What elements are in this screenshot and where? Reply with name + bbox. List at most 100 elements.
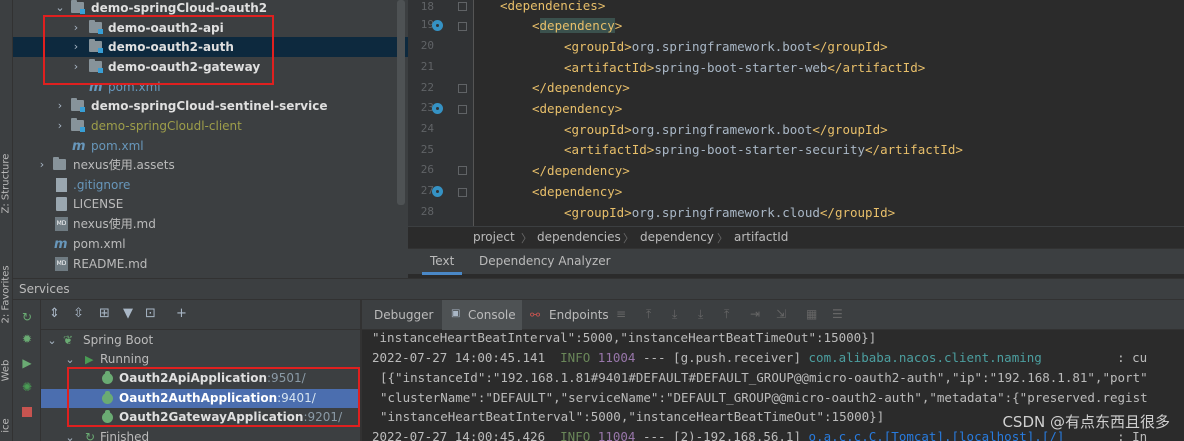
- dependency-gutter-icon[interactable]: [432, 20, 443, 31]
- console-text: [{"instanceId":"192.168.1.81#9401#DEFAUL…: [380, 370, 1148, 385]
- code-tag: </artifactId>: [865, 142, 963, 157]
- tree-item-label: pom.xml: [91, 139, 144, 153]
- console-text: 2022-07-27 14:00:45.141: [372, 350, 561, 365]
- editor-view-tabs: Text Dependency Analyzer: [408, 248, 1184, 275]
- breadcrumb-item[interactable]: dependencies: [537, 230, 621, 244]
- code-line: <artifactId>spring-boot-starter-security…: [564, 139, 963, 160]
- expand-all-icon[interactable]: ⇕: [49, 306, 60, 321]
- fold-marker-icon[interactable]: [458, 188, 467, 197]
- fold-marker-icon[interactable]: [458, 22, 467, 31]
- dependency-gutter-icon[interactable]: [432, 103, 443, 114]
- console-line: 2022-07-27 14:00:45.141 INFO 11004 --- […: [372, 348, 1147, 367]
- chevron-down-icon[interactable]: ⌄: [47, 331, 57, 350]
- tree-item-pom-xml[interactable]: m pom.xml: [13, 136, 408, 156]
- tree-item-label: .gitignore: [73, 178, 131, 192]
- tree-item-readme-md[interactable]: MD README.md: [13, 254, 408, 274]
- console-text: INFO: [560, 429, 591, 441]
- console-line: "instanceHeartBeatInterval":5000,"instan…: [372, 330, 876, 347]
- services-header: Services: [13, 278, 1184, 300]
- stop-icon[interactable]: [20, 406, 34, 420]
- chevron-right-icon[interactable]: ›: [37, 155, 47, 175]
- scroll-up-icon[interactable]: ⤒: [646, 307, 651, 322]
- chevron-down-icon[interactable]: ⌄: [65, 428, 75, 441]
- tree-item-demo-springcloudl-client[interactable]: › demo-springCloudl-client: [13, 116, 408, 136]
- code-line: </dependency>: [532, 77, 630, 98]
- filter-icon[interactable]: ▼: [123, 306, 133, 321]
- code-tag: <artifactId>: [564, 142, 655, 157]
- tab-text[interactable]: Text: [430, 254, 454, 268]
- table-icon[interactable]: ▦: [806, 307, 817, 321]
- breadcrumb-item[interactable]: artifactId: [734, 230, 788, 244]
- fold-marker-icon[interactable]: [458, 166, 467, 175]
- tab-debugger[interactable]: Debugger: [374, 308, 433, 322]
- line-number: 24: [420, 122, 434, 135]
- code-tag: <groupId>: [564, 205, 632, 220]
- code-tag: </artifactId>: [827, 60, 926, 75]
- tree-item-label: Spring Boot: [83, 333, 154, 347]
- tree-item-license[interactable]: LICENSE: [13, 194, 408, 214]
- menu-icon[interactable]: ≡: [616, 307, 626, 321]
- code-editor[interactable]: <dependencies> <dependency> <groupId>org.s…: [474, 0, 1184, 226]
- console-text: "instanceHeartBeatInterval":5000,"instan…: [380, 409, 885, 424]
- services-tool-tab[interactable]: ice: [1, 398, 12, 441]
- fold-marker-icon[interactable]: [458, 105, 467, 114]
- tree-item-spring-boot[interactable]: ⌄ ❦ Spring Boot: [41, 331, 360, 350]
- console-line: [{"instanceId":"192.168.1.81#9401#DEFAUL…: [380, 368, 1148, 387]
- line-number: 18: [420, 0, 434, 13]
- finished-icon: ↻: [85, 430, 96, 441]
- line-number: 20: [420, 39, 434, 52]
- step-into-icon[interactable]: ⤓: [698, 307, 703, 322]
- gitignore-file-icon: [56, 178, 67, 192]
- breadcrumb-item[interactable]: project: [473, 230, 515, 244]
- console-text: INFO: [560, 350, 591, 365]
- line-number: 26: [420, 163, 434, 176]
- breadcrumb-item[interactable]: dependency: [640, 230, 714, 244]
- tree-item-nexus-md[interactable]: MD nexus使用.md: [13, 214, 408, 234]
- debug-icon[interactable]: ✹: [20, 332, 34, 346]
- step-out-icon[interactable]: ⤒: [724, 307, 729, 322]
- new-tab-icon[interactable]: ⊡: [145, 306, 156, 321]
- markdown-file-icon: MD: [55, 217, 68, 231]
- chevron-right-icon[interactable]: ›: [55, 116, 65, 136]
- console-icon: ▣: [451, 308, 461, 319]
- add-service-icon[interactable]: +: [176, 306, 187, 321]
- code-tag: >: [614, 18, 623, 33]
- run-to-cursor-icon[interactable]: ⇥: [750, 307, 760, 321]
- markdown-file-icon: MD: [55, 257, 68, 271]
- highlight-box: [67, 367, 360, 427]
- code-tag: <dependency>: [532, 184, 623, 199]
- fold-marker-icon[interactable]: [458, 84, 467, 93]
- collapse-all-icon[interactable]: ⇳: [73, 306, 84, 321]
- active-tab-indicator: [422, 272, 462, 275]
- debug-run-icon[interactable]: ✺: [20, 380, 34, 394]
- favorites-tool-tab[interactable]: 2: Favorites: [1, 265, 12, 323]
- console-tabs: Debugger ▣ Console ⚯ Endpoints ≡ ⤒ ⤓ ⤓ ⤒…: [362, 300, 1184, 330]
- dependency-gutter-icon[interactable]: [432, 186, 443, 197]
- tree-scrollbar[interactable]: [397, 0, 405, 205]
- code-line: <artifactId>spring-boot-starter-web</art…: [564, 57, 925, 78]
- tab-dependency-analyzer[interactable]: Dependency Analyzer: [479, 254, 611, 268]
- module-folder-icon: [71, 98, 85, 112]
- tree-item-label: demo-springCloudl-client: [91, 119, 242, 133]
- rerun-icon[interactable]: ↻: [20, 310, 34, 324]
- web-tool-tab[interactable]: Web: [1, 343, 12, 399]
- tab-console[interactable]: Console: [468, 308, 516, 322]
- console-text: 11004: [590, 350, 636, 365]
- evaluate-icon[interactable]: ⇲: [776, 307, 786, 321]
- fold-marker-icon[interactable]: [458, 2, 467, 11]
- tab-endpoints[interactable]: Endpoints: [549, 308, 609, 322]
- tree-item-nexus-assets[interactable]: › nexus使用.assets: [13, 155, 408, 175]
- structure-tool-tab[interactable]: Z: Structure: [1, 154, 12, 214]
- tree-item-pom-xml[interactable]: m pom.xml: [13, 234, 408, 254]
- layout-icon[interactable]: ☰: [832, 307, 843, 321]
- code-tag: <: [532, 18, 540, 33]
- tree-item-gitignore[interactable]: .gitignore: [13, 175, 408, 195]
- chevron-right-icon[interactable]: ›: [55, 96, 65, 116]
- run-icon[interactable]: ▶: [20, 356, 34, 370]
- group-icon[interactable]: ⊞: [99, 306, 110, 321]
- tree-item-finished[interactable]: ⌄ ↻ Finished: [41, 428, 360, 441]
- tree-item-demo-springcloud-sentinel-service[interactable]: › demo-springCloud-sentinel-service: [13, 96, 408, 116]
- spring-boot-icon: ❦: [63, 333, 74, 347]
- code-line: </dependency>: [532, 160, 630, 181]
- step-over-icon[interactable]: ⤓: [672, 307, 677, 322]
